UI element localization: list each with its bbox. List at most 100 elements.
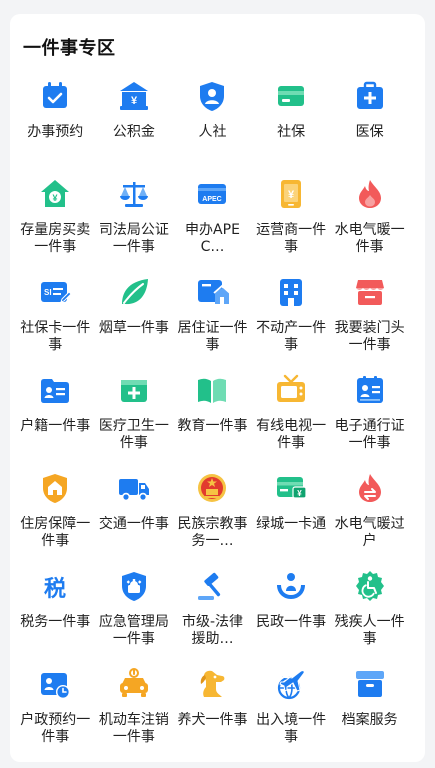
pass-card-icon — [353, 373, 387, 407]
truck-icon — [117, 471, 151, 505]
service-item-label: 户政预约一件事 — [20, 712, 91, 745]
service-item[interactable]: 有线电视一件事 — [252, 373, 331, 471]
service-item[interactable]: 残疾人一件事 — [330, 569, 409, 667]
service-item-label: 社保 — [277, 124, 306, 140]
service-item[interactable]: 档案服务 — [330, 667, 409, 765]
calendar-check-icon — [38, 79, 72, 113]
service-item-label: 申办APEC… — [185, 222, 240, 255]
service-item-label: 公积金 — [112, 124, 155, 140]
service-item[interactable]: 水电气暖过户 — [330, 471, 409, 569]
section-title: 一件事专区 — [23, 38, 116, 59]
svg-text:¥: ¥ — [131, 95, 138, 107]
gavel-icon — [195, 569, 229, 603]
green-card-icon: ¥ — [274, 471, 308, 505]
service-item-label: 水电气暖过户 — [334, 516, 405, 549]
service-item[interactable]: APEC 申办APEC… — [173, 177, 252, 275]
card-icon — [274, 79, 308, 113]
svg-text:APEC: APEC — [203, 196, 222, 203]
id-clock-icon — [38, 667, 72, 701]
tax-icon: 税 — [38, 569, 72, 603]
service-item-label: 社保卡一件事 — [20, 320, 91, 353]
service-item[interactable]: 民政一件事 — [252, 569, 331, 667]
service-item-label: 交通一件事 — [98, 516, 169, 532]
medical-box-icon — [117, 373, 151, 407]
residence-card-icon — [195, 275, 230, 309]
svg-text:税: 税 — [44, 576, 66, 602]
plane-globe-icon — [274, 667, 308, 701]
id-folder-icon — [38, 373, 72, 407]
service-grid: 办事预约 ¥ 公积金 人社 社保 医保 ¥ 存量房买卖一件事 司法局公证一件事 … — [16, 79, 416, 765]
service-item[interactable]: ¥ 绿城一卡通 — [252, 471, 331, 569]
service-item[interactable]: 医保 — [330, 79, 409, 177]
building-icon — [274, 275, 308, 309]
national-emblem-icon — [195, 471, 229, 505]
house-yuan-icon: ¥ — [38, 177, 72, 211]
svg-text:SI: SI — [44, 288, 52, 297]
storefront-icon — [353, 275, 387, 309]
phone-yuan-icon: ¥ — [274, 177, 308, 211]
scales-icon — [117, 177, 151, 211]
service-item-label: 机动车注销一件事 — [98, 712, 169, 745]
service-item[interactable]: 不动产一件事 — [252, 275, 331, 373]
tv-icon — [274, 373, 308, 407]
service-item[interactable]: 住房保障一件事 — [16, 471, 95, 569]
svg-text:¥: ¥ — [297, 489, 302, 498]
service-item[interactable]: 社保 — [252, 79, 331, 177]
hands-person-icon — [274, 569, 308, 603]
service-item-label: 运营商一件事 — [256, 222, 327, 255]
service-item[interactable]: 我要装门头一件事 — [330, 275, 409, 373]
sb-card-icon: SI — [38, 275, 73, 309]
service-item[interactable]: ¥ 公积金 — [95, 79, 174, 177]
svg-text:¥: ¥ — [53, 193, 58, 203]
service-item[interactable]: 出入境一件事 — [252, 667, 331, 765]
service-item[interactable]: ¥ 存量房买卖一件事 — [16, 177, 95, 275]
service-item[interactable]: 户政预约一件事 — [16, 667, 95, 765]
service-item[interactable]: 市级-法律援助… — [173, 569, 252, 667]
service-item[interactable]: 医疗卫生一件事 — [95, 373, 174, 471]
service-item-label: 不动产一件事 — [256, 320, 327, 353]
flame-icon — [353, 177, 387, 211]
service-item[interactable]: 机动车注销一件事 — [95, 667, 174, 765]
service-item-label: 户籍一件事 — [20, 418, 91, 434]
shield-person-icon — [195, 79, 229, 113]
leaf-icon — [117, 275, 151, 309]
service-item[interactable]: ¥ 运营商一件事 — [252, 177, 331, 275]
service-item[interactable]: 居住证一件事 — [173, 275, 252, 373]
service-item-label: 市级-法律援助… — [181, 614, 244, 647]
service-item[interactable]: 税 税务一件事 — [16, 569, 95, 667]
service-item-label: 居住证一件事 — [177, 320, 248, 353]
bank-house-icon: ¥ — [117, 79, 151, 113]
service-item[interactable]: 办事预约 — [16, 79, 95, 177]
book-icon — [195, 373, 229, 407]
service-item-label: 医疗卫生一件事 — [98, 418, 169, 451]
service-item-label: 民政一件事 — [256, 614, 327, 630]
service-item[interactable]: 司法局公证一件事 — [95, 177, 174, 275]
service-item[interactable]: 水电气暖一件事 — [330, 177, 409, 275]
service-item[interactable]: 民族宗教事务一… — [173, 471, 252, 569]
service-item-label: 电子通行证一件事 — [334, 418, 405, 451]
service-item[interactable]: 应急管理局一件事 — [95, 569, 174, 667]
apec-card-icon: APEC — [195, 177, 229, 211]
service-item[interactable]: SI 社保卡一件事 — [16, 275, 95, 373]
service-item-label: 养犬一件事 — [177, 712, 248, 728]
disability-icon — [353, 569, 387, 603]
service-item[interactable]: 养犬一件事 — [173, 667, 252, 765]
service-item-label: 出入境一件事 — [256, 712, 327, 745]
service-item[interactable]: 人社 — [173, 79, 252, 177]
service-item[interactable]: 交通一件事 — [95, 471, 174, 569]
service-item-label: 我要装门头一件事 — [334, 320, 405, 353]
service-item-label: 民族宗教事务一… — [177, 516, 248, 549]
service-item-label: 教育一件事 — [177, 418, 248, 434]
service-item[interactable]: 教育一件事 — [173, 373, 252, 471]
archive-box-icon — [353, 667, 387, 701]
service-item-label: 存量房买卖一件事 — [20, 222, 91, 255]
service-item-label: 司法局公证一件事 — [98, 222, 169, 255]
service-item-label: 水电气暖一件事 — [334, 222, 405, 255]
service-item[interactable]: 电子通行证一件事 — [330, 373, 409, 471]
dog-icon — [195, 667, 229, 701]
service-item-label: 医保 — [355, 124, 384, 140]
service-item[interactable]: 烟草一件事 — [95, 275, 174, 373]
flame-transfer-icon — [353, 471, 387, 505]
service-item[interactable]: 户籍一件事 — [16, 373, 95, 471]
service-item-label: 残疾人一件事 — [334, 614, 405, 647]
